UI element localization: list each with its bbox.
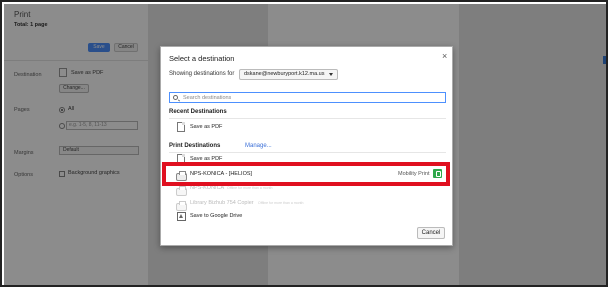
search-icon <box>173 95 178 100</box>
printer-icon <box>176 201 187 211</box>
printer-icon <box>176 186 187 196</box>
print-item-library-bizhub[interactable]: Library Bizhub 754 Copier <box>190 200 254 206</box>
highlight-box <box>162 162 450 186</box>
dialog-cancel-button[interactable]: Cancel <box>417 227 445 239</box>
google-drive-icon <box>177 212 186 221</box>
pdf-icon <box>177 122 185 132</box>
recent-item-save-as-pdf[interactable]: Save as PDF <box>190 124 222 130</box>
manage-link[interactable]: Manage... <box>245 143 272 149</box>
recent-destinations-heading: Recent Destinations <box>169 109 227 115</box>
offline-note: Offline for more than a month <box>227 186 273 190</box>
print-item-save-to-drive[interactable]: Save to Google Drive <box>190 213 242 219</box>
showing-destinations-label: Showing destinations for <box>169 71 235 77</box>
chevron-down-icon <box>329 73 333 76</box>
account-select[interactable]: dskane@newburyport.k12.ma.us <box>239 69 338 80</box>
offline-note: Offline for more than a month <box>258 201 304 205</box>
select-destination-dialog: Select a destination × Showing destinati… <box>160 46 453 246</box>
search-placeholder: Search destinations <box>183 95 232 101</box>
print-destinations-heading: Print Destinations <box>169 143 221 149</box>
account-value: dskane@newburyport.k12.ma.us <box>244 71 325 77</box>
recent-divider <box>169 118 446 119</box>
print-divider <box>169 152 446 153</box>
close-icon[interactable]: × <box>442 51 447 61</box>
search-input[interactable]: Search destinations <box>169 92 446 103</box>
screenshot-frame: Print Total: 1 page Save Cancel Destinat… <box>0 0 608 287</box>
dialog-title: Select a destination <box>169 54 235 63</box>
